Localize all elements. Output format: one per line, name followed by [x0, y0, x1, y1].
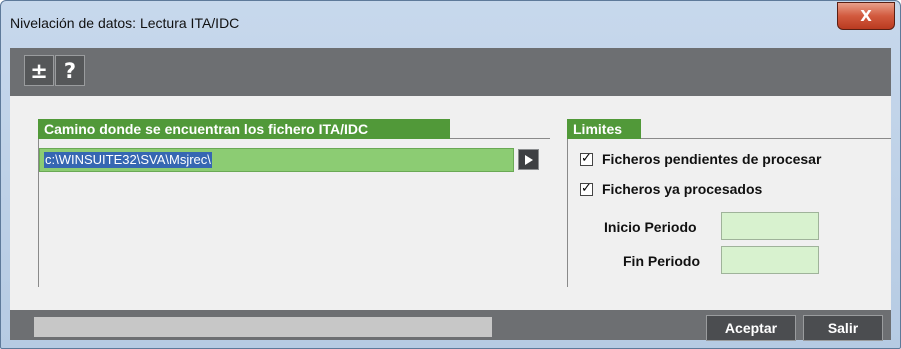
plus-minus-button[interactable]: ±	[24, 55, 54, 86]
path-input-value: c:\WINSUITE32\SVA\Msjrec\	[44, 152, 212, 168]
limits-section-label: Limites	[567, 119, 641, 139]
title-bar[interactable]: Nivelación de datos: Lectura ITA/IDC X	[1, 1, 900, 41]
status-field	[34, 317, 492, 337]
pending-files-label[interactable]: Ficheros pendientes de procesar	[602, 151, 821, 167]
end-period-input[interactable]	[721, 246, 819, 274]
path-section-label: Camino donde se encuentran los fichero I…	[38, 119, 450, 139]
status-bar: Aceptar Salir	[10, 310, 891, 341]
limits-section-divider	[641, 138, 891, 139]
start-period-label: Inicio Periodo	[604, 219, 697, 235]
toolbar: ± ?	[10, 48, 891, 96]
browse-button[interactable]	[518, 149, 539, 170]
dialog-window: Nivelación de datos: Lectura ITA/IDC X ±…	[0, 0, 901, 349]
start-period-input[interactable]	[721, 212, 819, 240]
close-icon: X	[860, 7, 872, 25]
close-button[interactable]: X	[837, 2, 895, 30]
path-input[interactable]: c:\WINSUITE32\SVA\Msjrec\	[39, 148, 514, 172]
accept-button[interactable]: Aceptar	[706, 315, 796, 341]
exit-button[interactable]: Salir	[803, 315, 883, 341]
check-mark-icon: ✓	[581, 151, 592, 166]
check-mark-icon: ✓	[581, 181, 592, 196]
limits-section-left-border	[567, 139, 568, 287]
window-title: Nivelación de datos: Lectura ITA/IDC	[10, 15, 240, 31]
plus-minus-icon: ±	[30, 58, 48, 83]
play-arrow-icon	[525, 154, 533, 165]
help-icon: ?	[63, 58, 77, 83]
processed-files-checkbox[interactable]: ✓	[580, 181, 593, 196]
processed-files-label[interactable]: Ficheros ya procesados	[602, 181, 762, 197]
help-button[interactable]: ?	[55, 55, 85, 86]
end-period-label: Fin Periodo	[623, 253, 700, 269]
pending-files-checkbox[interactable]: ✓	[580, 151, 593, 166]
path-section-divider	[450, 138, 550, 139]
